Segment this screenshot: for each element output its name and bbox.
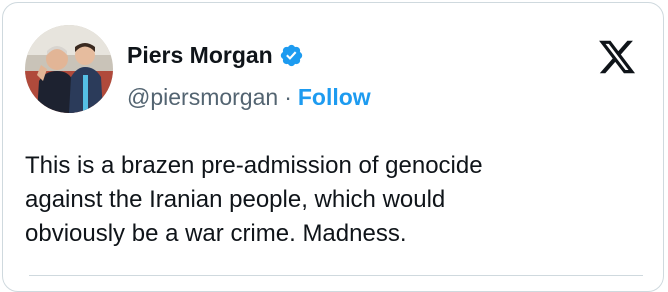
- follow-button[interactable]: Follow: [298, 83, 371, 111]
- x-logo-icon[interactable]: [595, 37, 639, 77]
- card-divider: [29, 275, 643, 276]
- author-name-row: Piers Morgan: [127, 41, 304, 69]
- avatar[interactable]: [25, 25, 113, 113]
- verified-badge-icon: [280, 44, 302, 66]
- author-display-name[interactable]: Piers Morgan: [127, 41, 273, 69]
- separator-dot: ·: [284, 84, 292, 110]
- avatar-photo: [25, 25, 113, 113]
- tweet-card: Piers Morgan @piersmorgan · Follow This …: [2, 2, 664, 292]
- author-handle-row: @piersmorgan · Follow: [127, 83, 371, 111]
- author-handle[interactable]: @piersmorgan: [127, 83, 278, 111]
- tweet-text: This is a brazen pre-admission of genoci…: [25, 152, 483, 247]
